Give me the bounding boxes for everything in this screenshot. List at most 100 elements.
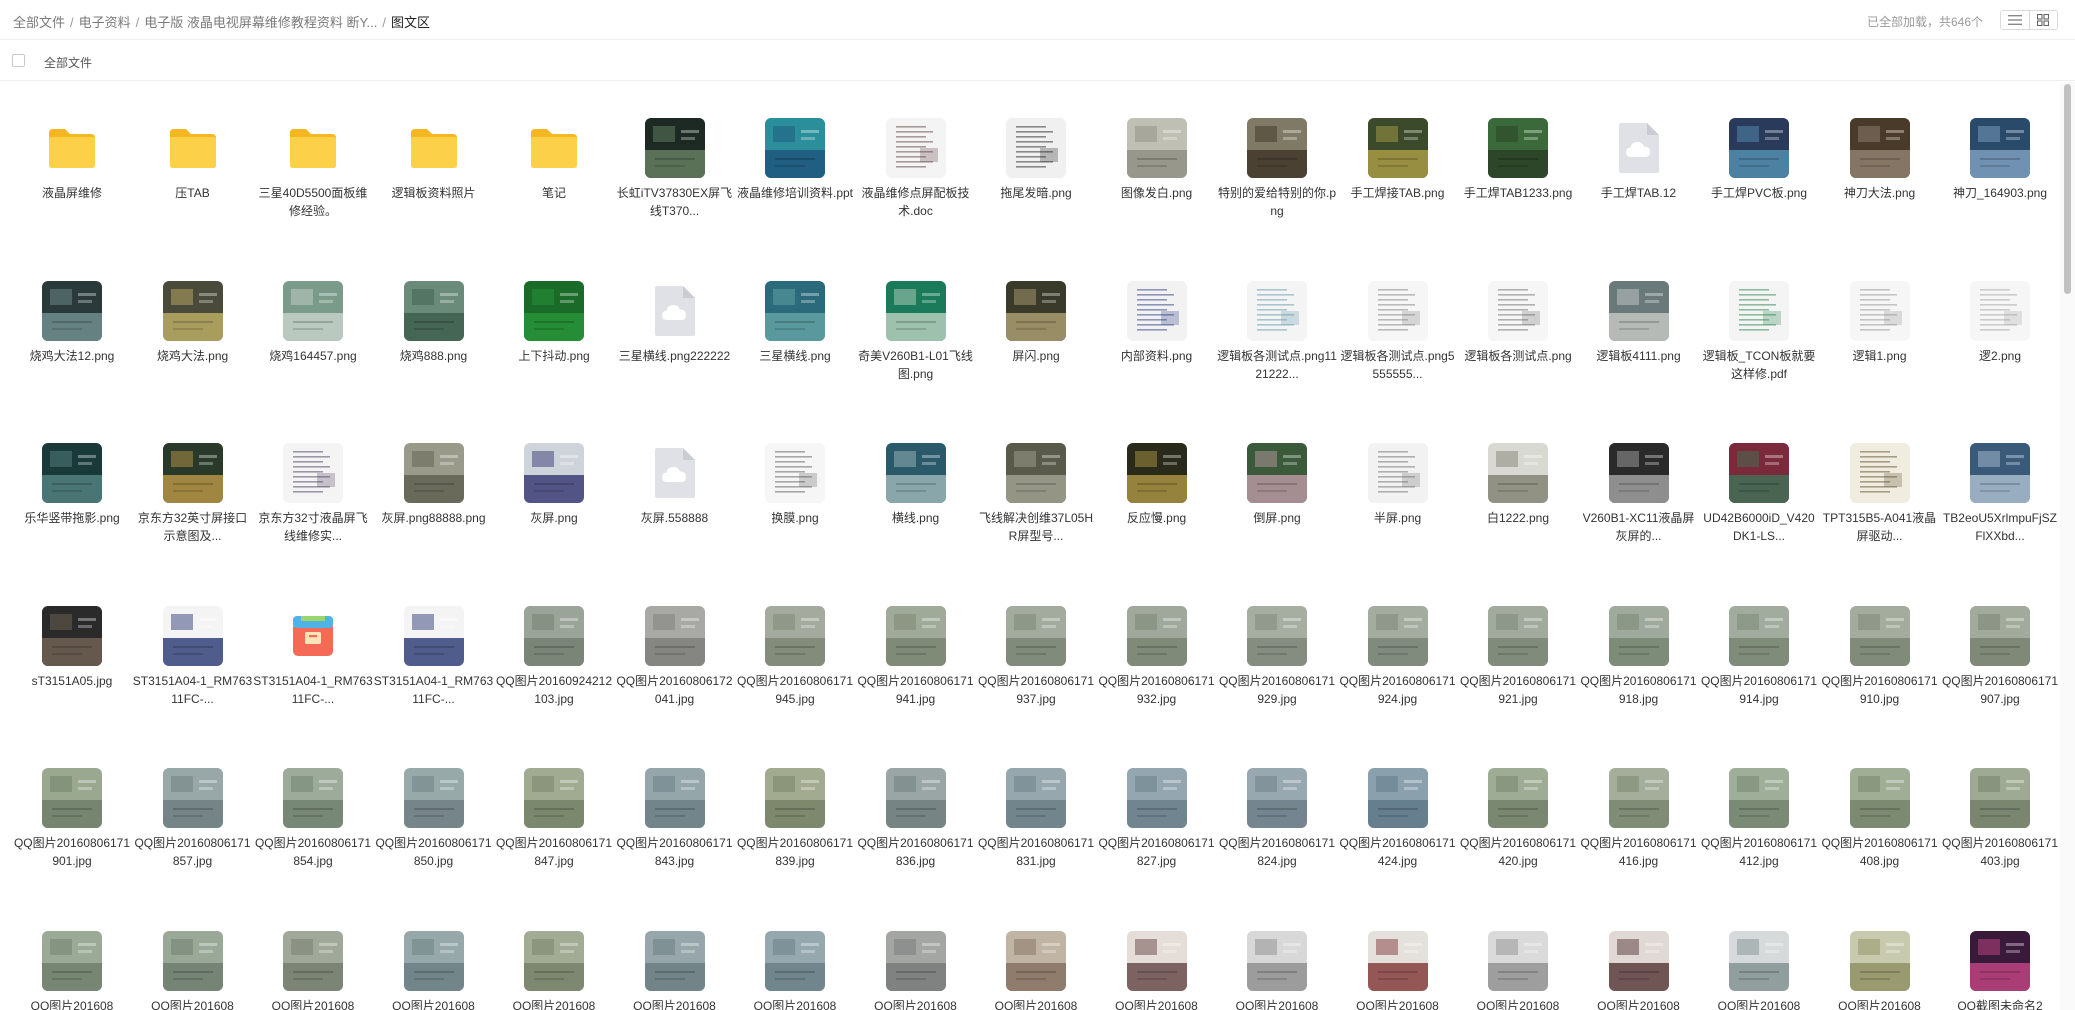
file-item[interactable]: QQ图片20160806171424.jpg <box>1338 732 1458 892</box>
folder-item[interactable]: 液晶屏维修 <box>12 82 132 242</box>
select-all-checkbox[interactable] <box>12 54 25 67</box>
file-item[interactable]: QQ图片20160806171847.jpg <box>494 732 614 892</box>
file-item[interactable]: 上下抖动.png <box>494 245 614 405</box>
file-item[interactable]: QQ图片20160806171843.jpg <box>615 732 735 892</box>
file-item[interactable]: 反应慢.png <box>1097 407 1217 567</box>
file-item[interactable]: QQ图片20160806171910.jpg <box>1820 570 1940 730</box>
folder-item[interactable]: 压TAB <box>133 82 253 242</box>
file-item[interactable]: 神刀大法.png <box>1820 82 1940 242</box>
file-item[interactable]: 白1222.png <box>1458 407 1578 567</box>
file-item[interactable]: 灰屏.png <box>494 407 614 567</box>
file-item[interactable]: UD42B6000iD_V420DK1-LS... <box>1699 407 1819 567</box>
scrollbar-thumb[interactable] <box>2064 84 2071 294</box>
file-item[interactable]: 烧鸡164457.png <box>253 245 373 405</box>
file-item[interactable]: QQ图片20160806171408.jpg <box>1820 732 1940 892</box>
file-item[interactable]: QQ图片201608 <box>133 895 253 1010</box>
file-item[interactable]: QQ图片20160806171827.jpg <box>1097 732 1217 892</box>
file-item[interactable]: 倒屏.png <box>1217 407 1337 567</box>
breadcrumb-link[interactable]: 电子资料 <box>79 15 131 30</box>
file-item[interactable]: TPT315B5-A041液晶屏驱动... <box>1820 407 1940 567</box>
file-item[interactable]: QQ图片201608 <box>1820 895 1940 1010</box>
folder-item[interactable]: 三星40D5500面板维修经验。 <box>253 82 373 242</box>
file-item[interactable]: 手工焊PVC板.png <box>1699 82 1819 242</box>
file-item[interactable]: 灰屏.png88888.png <box>374 407 494 567</box>
file-item[interactable]: QQ图片20160806171420.jpg <box>1458 732 1578 892</box>
file-item[interactable]: ST3151A04-1_RM76311FC-... <box>374 570 494 730</box>
file-item[interactable]: 手工焊TAB1233.png <box>1458 82 1578 242</box>
file-item[interactable]: QQ图片20160806171857.jpg <box>133 732 253 892</box>
file-item[interactable]: QQ图片20160806171831.jpg <box>976 732 1096 892</box>
file-item[interactable]: QQ图片20160806171918.jpg <box>1579 570 1699 730</box>
file-item[interactable]: 逻辑板各测试点.png5555555... <box>1338 245 1458 405</box>
file-item[interactable]: QQ图片20160806171914.jpg <box>1699 570 1819 730</box>
file-item[interactable]: 烧鸡888.png <box>374 245 494 405</box>
file-item[interactable]: 长虹iTV37830EX屏飞线T370... <box>615 82 735 242</box>
file-item[interactable]: 内部资料.png <box>1097 245 1217 405</box>
file-item[interactable]: 飞线解决创维37L05HR屏型号... <box>976 407 1096 567</box>
file-item[interactable]: TB2eoU5XrlmpuFjSZFlXXbd... <box>1940 407 2060 567</box>
file-item[interactable]: QQ图片201608 <box>1097 895 1217 1010</box>
file-item[interactable]: 三星横线.png222222 <box>615 245 735 405</box>
file-item[interactable]: 特别的爱给特别的你.png <box>1217 82 1337 242</box>
folder-item[interactable]: 逻辑板资料照片 <box>374 82 494 242</box>
file-item[interactable]: QQ图片20160806171412.jpg <box>1699 732 1819 892</box>
file-item[interactable]: 半屏.png <box>1338 407 1458 567</box>
file-item[interactable]: QQ图片201608 <box>856 895 976 1010</box>
file-item[interactable]: ST3151A04-1_RM76311FC-... <box>253 570 373 730</box>
file-item[interactable]: 奇美V260B1-L01飞线图.png <box>856 245 976 405</box>
file-item[interactable]: 横线.png <box>856 407 976 567</box>
breadcrumb-link[interactable]: 电子版 液晶电视屏幕维修教程资料 断Y... <box>144 15 377 30</box>
file-item[interactable]: QQ图片20160806171941.jpg <box>856 570 976 730</box>
file-item[interactable]: 逻辑板_TCON板就要这样修.pdf <box>1699 245 1819 405</box>
file-item[interactable]: 京东方32寸液晶屏飞线维修实... <box>253 407 373 567</box>
file-item[interactable]: QQ截图未命名2 <box>1940 895 2060 1010</box>
file-item[interactable]: QQ图片20160806171836.jpg <box>856 732 976 892</box>
file-item[interactable]: QQ图片201608 <box>253 895 373 1010</box>
file-item[interactable]: QQ图片20160806172041.jpg <box>615 570 735 730</box>
file-item[interactable]: QQ图片20160806171929.jpg <box>1217 570 1337 730</box>
file-item[interactable]: 烧鸡大法12.png <box>12 245 132 405</box>
file-item[interactable]: 液晶维修培训资料.ppt <box>735 82 855 242</box>
breadcrumb-link[interactable]: 全部文件 <box>13 15 65 30</box>
file-item[interactable]: QQ图片20160806171921.jpg <box>1458 570 1578 730</box>
vertical-scrollbar[interactable] <box>2060 82 2075 1010</box>
file-item[interactable]: QQ图片20160806171932.jpg <box>1097 570 1217 730</box>
file-item[interactable]: QQ图片20160806171850.jpg <box>374 732 494 892</box>
file-item[interactable]: V260B1-XC11液晶屏灰屏的... <box>1579 407 1699 567</box>
file-item[interactable]: 京东方32英寸屏接口示意图及... <box>133 407 253 567</box>
file-item[interactable]: 液晶维修点屏配板技术.doc <box>856 82 976 242</box>
folder-item[interactable]: 笔记 <box>494 82 614 242</box>
file-item[interactable]: 屏闪.png <box>976 245 1096 405</box>
file-item[interactable]: 图像发白.png <box>1097 82 1217 242</box>
file-item[interactable]: QQ图片20160924212103.jpg <box>494 570 614 730</box>
file-item[interactable]: 逻辑板各测试点.png <box>1458 245 1578 405</box>
file-item[interactable]: 逻辑1.png <box>1820 245 1940 405</box>
file-item[interactable]: 逻2.png <box>1940 245 2060 405</box>
file-item[interactable]: ST3151A04-1_RM76311FC-... <box>133 570 253 730</box>
file-item[interactable]: QQ图片20160806171403.jpg <box>1940 732 2060 892</box>
file-item[interactable]: 拖尾发暗.png <box>976 82 1096 242</box>
file-item[interactable]: 乐华竖带拖影.png <box>12 407 132 567</box>
list-view-button[interactable] <box>2001 11 2029 29</box>
file-item[interactable]: 神刀_164903.png <box>1940 82 2060 242</box>
file-item[interactable]: QQ图片20160806171907.jpg <box>1940 570 2060 730</box>
file-item[interactable]: 换膜.png <box>735 407 855 567</box>
file-item[interactable]: 三星横线.png <box>735 245 855 405</box>
file-item[interactable]: QQ图片20160806171945.jpg <box>735 570 855 730</box>
file-item[interactable]: QQ图片20160806171839.jpg <box>735 732 855 892</box>
file-item[interactable]: 灰屏.558888 <box>615 407 735 567</box>
file-item[interactable]: QQ图片20160806171924.jpg <box>1338 570 1458 730</box>
file-item[interactable]: QQ图片201608 <box>12 895 132 1010</box>
file-item[interactable]: QQ图片201608 <box>1699 895 1819 1010</box>
file-item[interactable]: 逻辑板4111.png <box>1579 245 1699 405</box>
file-item[interactable]: 手工焊接TAB.png <box>1338 82 1458 242</box>
file-item[interactable]: 逻辑板各测试点.png1121222... <box>1217 245 1337 405</box>
file-item[interactable]: QQ图片201608 <box>494 895 614 1010</box>
file-item[interactable]: QQ图片201608 <box>615 895 735 1010</box>
file-item[interactable]: QQ图片201608 <box>735 895 855 1010</box>
file-item[interactable]: QQ图片201608 <box>1217 895 1337 1010</box>
file-item[interactable]: QQ图片20160806171824.jpg <box>1217 732 1337 892</box>
file-item[interactable]: QQ图片201608 <box>1579 895 1699 1010</box>
file-item[interactable]: QQ图片201608 <box>374 895 494 1010</box>
file-item[interactable]: 烧鸡大法.png <box>133 245 253 405</box>
